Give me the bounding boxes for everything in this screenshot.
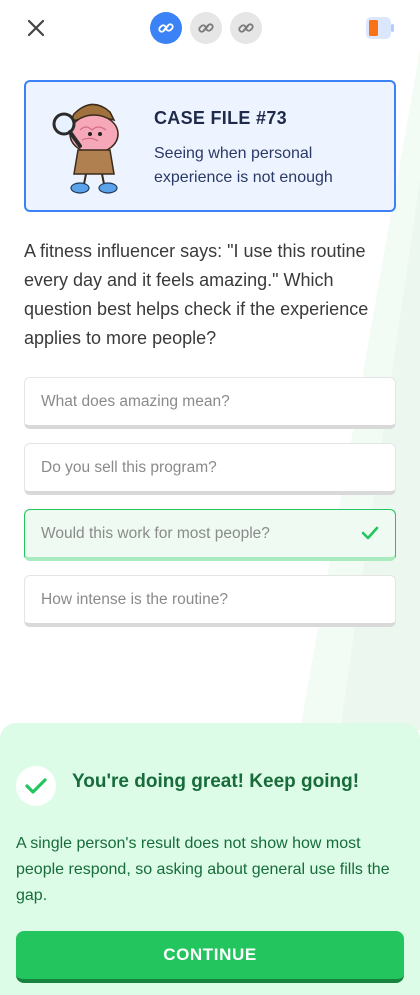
continue-button[interactable]: CONTINUE [16,931,404,983]
check-icon [25,778,47,794]
feedback-explanation: A single person's result does not show h… [16,835,390,904]
check-icon [361,526,379,540]
top-bar [0,0,420,56]
link-icon [238,23,254,33]
case-file-card: CASE FILE #73 Seeing when personal exper… [24,80,396,212]
feedback-title: You're doing great! Keep going! [72,771,360,792]
link-icon [158,23,174,33]
step-2 [190,12,222,44]
case-subtitle: Seeing when personal experience is not e… [154,145,333,186]
answer-option-1[interactable]: What does amazing mean? [24,377,396,429]
option-label: What does amazing mean? [41,392,230,410]
case-title: CASE FILE #73 [154,108,287,128]
step-1 [150,12,182,44]
answer-option-4[interactable]: How intense is the routine? [24,575,396,627]
option-label: Do you sell this program? [41,458,217,476]
success-badge [16,766,56,806]
question-text: A fitness influencer says: "I use this r… [24,241,369,348]
detective-brain-illustration [52,103,119,194]
close-icon [27,19,45,37]
feedback-panel: You're doing great! Keep going! A single… [0,723,420,995]
link-icon [198,23,214,33]
progress-steps [150,12,262,44]
option-label: How intense is the routine? [41,590,228,608]
battery-low-icon [366,17,394,39]
close-button[interactable] [24,16,48,40]
answer-option-2[interactable]: Do you sell this program? [24,443,396,495]
answer-option-3[interactable]: Would this work for most people? [24,509,396,561]
step-3 [230,12,262,44]
option-label: Would this work for most people? [41,524,270,542]
